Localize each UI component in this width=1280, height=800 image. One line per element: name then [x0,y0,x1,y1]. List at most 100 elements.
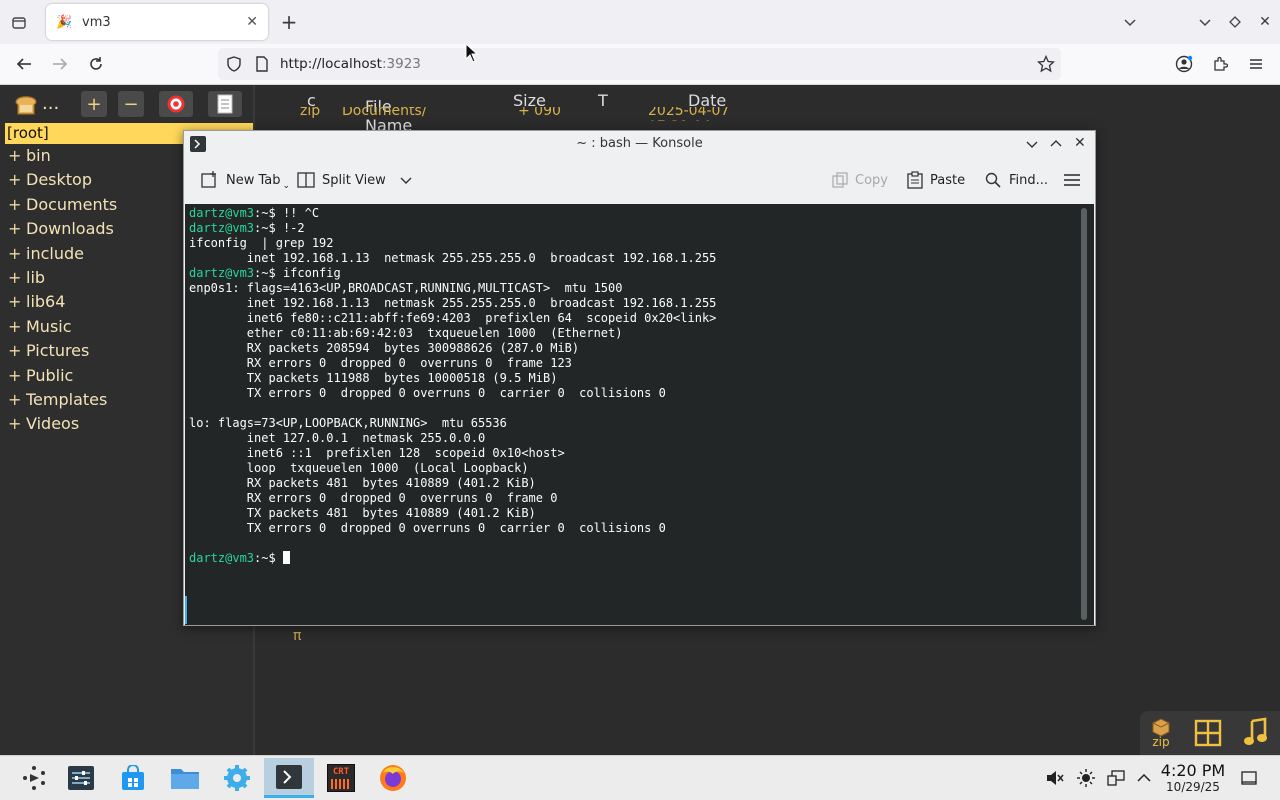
zip-download-button[interactable]: zip [1148,715,1174,751]
expand-icon[interactable]: + [8,315,26,339]
discover-store-task[interactable] [108,758,158,798]
folder-label: Downloads [26,219,114,239]
find-button[interactable]: Find... [985,169,1048,191]
browser-tab-bar: 🎉 vm3 ✕ + ✕ [0,0,1280,44]
terminal-line-text: inet6 fe80::c211:abff:fe69:4203 prefixle… [189,311,717,325]
browser-tab[interactable]: 🎉 vm3 ✕ [46,4,268,40]
settings-task[interactable] [212,758,262,798]
expand-icon[interactable]: + [8,364,26,388]
konsole-close-icon[interactable]: ✕ [1074,135,1086,151]
hamburger-menu-button[interactable] [1063,169,1081,191]
show-desktop-icon[interactable] [1238,767,1260,789]
paste-button[interactable]: Paste [907,169,965,191]
tab-list-icon[interactable] [8,12,30,34]
expand-icon[interactable]: + [8,266,26,290]
konsole-task[interactable] [264,758,314,798]
terminal-scrollbar[interactable] [1081,208,1087,620]
konsole-maximize-icon[interactable] [1050,137,1062,152]
konsole-titlebar[interactable]: ~ : bash — Konsole ✕ [184,131,1095,158]
expand-icon[interactable]: + [8,217,26,241]
expand-icon[interactable]: + [8,339,26,363]
expand-all-button[interactable]: + [81,91,107,117]
system-tray-expand-icon[interactable] [1133,767,1155,789]
split-view-button[interactable]: Split View [297,169,412,191]
account-icon[interactable] [1172,52,1196,76]
collapse-all-button[interactable]: − [118,91,144,117]
app-menu-icon[interactable] [1244,52,1268,76]
volume-muted-icon[interactable] [1044,767,1066,789]
digital-clock[interactable]: 4:20 PM 10/29/25 [1158,762,1228,795]
back-arrow-icon[interactable] [12,52,36,76]
grid-icon [1194,719,1222,747]
new-tab-icon [201,171,216,188]
reload-icon[interactable] [84,52,108,76]
tab-close-icon[interactable]: ✕ [246,14,258,30]
mouse-pointer-icon [465,43,479,63]
minimize-icon[interactable] [1194,11,1216,33]
expand-icon[interactable]: + [8,144,26,168]
firefox-task[interactable] [368,758,418,798]
expand-icon[interactable]: + [8,290,26,314]
folder-item[interactable]: + lib [8,266,45,290]
bookmark-star-icon[interactable] [1036,54,1056,77]
maximize-icon[interactable] [1224,11,1246,33]
shield-icon[interactable] [226,56,242,76]
notepad-icon [217,94,233,114]
terminal-line-text: ifconfig | grep 192 [189,236,334,250]
file-manager-task[interactable] [160,758,210,798]
terminal-line: TX errors 0 dropped 0 overruns 0 carrier… [189,386,716,401]
new-tab-button[interactable]: New Tab ⌄ [201,169,290,191]
expand-icon[interactable]: + [8,412,26,436]
konsole-window: ~ : bash — Konsole ✕ New Tab ⌄ Split Vie… [183,130,1096,626]
crt-task[interactable]: CRT [316,758,366,798]
window-close-icon[interactable]: ✕ [1254,11,1276,33]
folder-item[interactable]: + bin [8,144,51,168]
konsole-title: ~ : bash — Konsole [576,136,703,151]
terminal-line-text: inet 192.168.1.13 netmask 255.255.255.0 … [189,251,717,265]
brightness-icon[interactable] [1075,767,1097,789]
target-button[interactable] [159,91,193,117]
hamburger-menu-icon [1064,174,1080,186]
folder-label: lib64 [26,292,66,312]
folder-item[interactable]: + Documents [8,193,117,217]
file-row-partial[interactable]: zip Documents/ + 090 2025-04-07 07:31:04 [285,107,790,121]
folder-item[interactable]: + Templates [8,388,107,412]
terminal-line: RX errors 0 dropped 0 overruns 0 frame 0 [189,491,716,506]
folder-item[interactable]: + Music [8,315,72,339]
extensions-icon[interactable] [1208,52,1232,76]
gear-icon [224,765,250,791]
terminal-line: inet 127.0.0.1 netmask 255.0.0.0 [189,431,716,446]
expand-icon[interactable]: + [8,168,26,192]
terminal-line: RX packets 208594 bytes 300988626 (287.0… [189,341,716,356]
folder-item[interactable]: + Public [8,364,73,388]
list-all-tabs-icon[interactable] [1119,11,1141,33]
copy-label: Copy [855,172,888,188]
konsole-minimize-icon[interactable] [1026,138,1038,153]
notes-button[interactable] [208,91,242,117]
folder-item[interactable]: + Pictures [8,339,89,363]
network-icon[interactable] [1105,767,1127,789]
expand-icon[interactable]: + [8,193,26,217]
folder-item[interactable]: + lib64 [8,290,65,314]
bread-logo-icon[interactable] [12,90,40,122]
folder-icon [171,769,199,789]
terminal-area[interactable]: dartz@vm3:~$ !! ^C dartz@vm3:~$ !-2 ifconf… [185,204,1094,625]
grid-view-button[interactable] [1192,715,1224,751]
expand-icon[interactable]: + [8,242,26,266]
address-bar[interactable]: http://localhost:3923 [218,48,1061,80]
terminal-line-text: loop txqueuelen 1000 (Local Loopback) [189,461,529,475]
folder-item[interactable]: + Downloads [8,217,114,241]
scrollbar-thumb[interactable] [1081,208,1087,620]
copy-button[interactable]: Copy [832,169,888,191]
system-settings-task[interactable] [56,758,106,798]
music-player-button[interactable] [1240,715,1272,751]
new-tab-button[interactable]: + [278,10,300,34]
expand-icon[interactable]: + [8,388,26,412]
folder-item[interactable]: + Desktop [8,168,92,192]
page-info-icon[interactable] [255,56,269,76]
folder-item[interactable]: + include [8,242,84,266]
folder-item[interactable]: + Videos [8,412,79,436]
app-launcher-button[interactable] [9,758,59,798]
terminal-line-text: TX errors 0 dropped 0 overruns 0 carrier… [189,386,666,400]
